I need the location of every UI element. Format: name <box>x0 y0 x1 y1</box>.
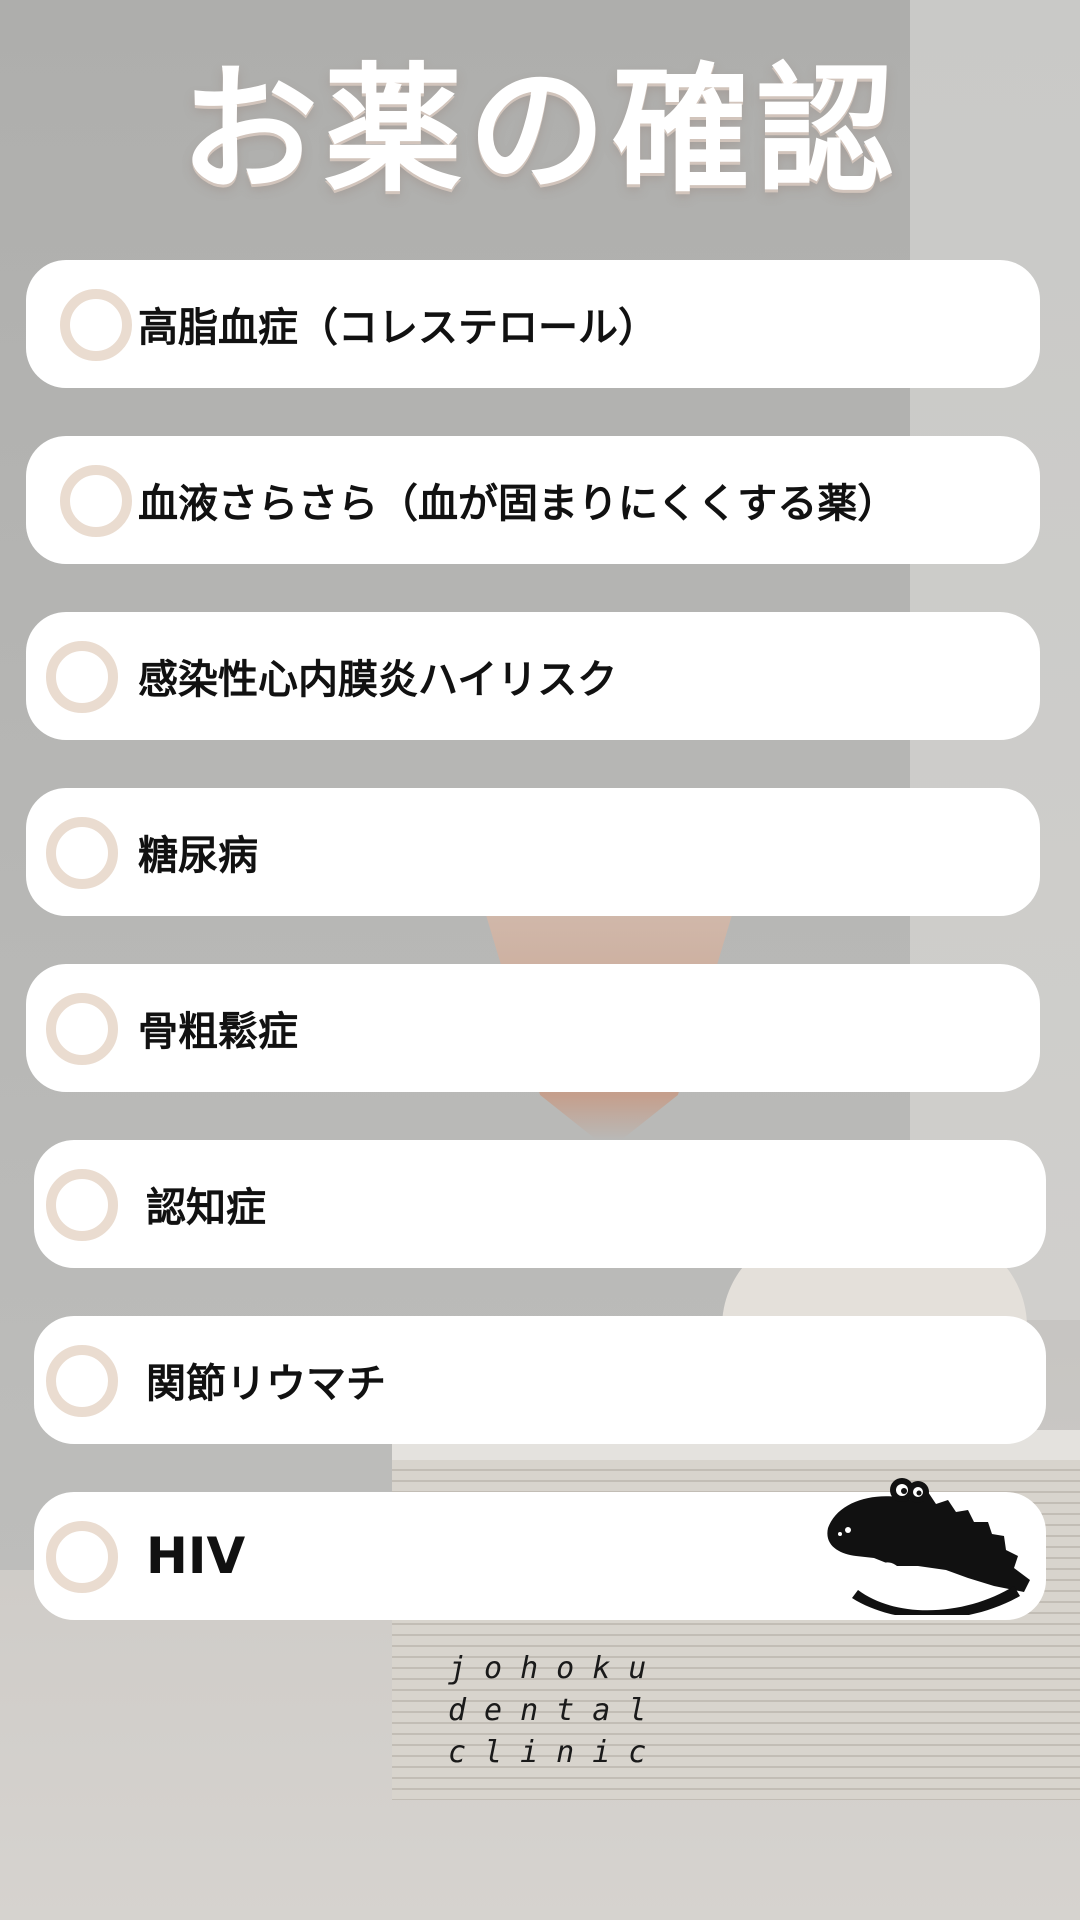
page-title: お薬の確認 <box>179 50 900 211</box>
crocodile-logo-icon <box>827 1478 1030 1615</box>
checklist-item-label: 感染性心内膜炎ハイリスク <box>138 657 618 703</box>
checkbox-circle-icon[interactable] <box>46 1345 118 1417</box>
clinic-logo-text: johoku dental clinic <box>448 1648 648 1774</box>
checkbox-circle-icon[interactable] <box>46 1169 118 1241</box>
checklist-item-label: 骨粗鬆症 <box>138 1009 298 1055</box>
checklist-item-endocarditis-risk[interactable]: 感染性心内膜炎ハイリスク <box>26 612 1040 740</box>
clinic-logo-line: johoku <box>448 1651 665 1686</box>
clinic-logo-line: clinic <box>448 1735 665 1770</box>
checkbox-circle-icon[interactable] <box>60 289 132 361</box>
checklist-item-dementia[interactable]: 認知症 <box>34 1140 1046 1268</box>
checklist-item-rheumatoid-arthritis[interactable]: 関節リウマチ <box>34 1316 1046 1444</box>
checkbox-circle-icon[interactable] <box>46 641 118 713</box>
checklist-item-label: 関節リウマチ <box>146 1361 386 1407</box>
checklist-item-label: 血液さらさら（血が固まりにくくする薬） <box>138 481 898 527</box>
checklist-item-osteoporosis[interactable]: 骨粗鬆症 <box>26 964 1040 1092</box>
checkbox-circle-icon[interactable] <box>46 817 118 889</box>
checklist-item-diabetes[interactable]: 糖尿病 <box>26 788 1040 916</box>
checkbox-circle-icon[interactable] <box>46 993 118 1065</box>
clinic-logo-line: dental <box>448 1693 665 1728</box>
checklist-item-label: 糖尿病 <box>138 833 258 879</box>
checklist-item-blood-thinner[interactable]: 血液さらさら（血が固まりにくくする薬） <box>26 436 1040 564</box>
checklist-item-cholesterol[interactable]: 高脂血症（コレステロール） <box>26 260 1040 388</box>
checklist-item-label: HIV <box>146 1527 246 1585</box>
checklist-item-label: 高脂血症（コレステロール） <box>138 305 658 351</box>
checkbox-circle-icon[interactable] <box>46 1521 118 1593</box>
checklist-item-label: 認知症 <box>146 1185 266 1231</box>
checkbox-circle-icon[interactable] <box>60 465 132 537</box>
